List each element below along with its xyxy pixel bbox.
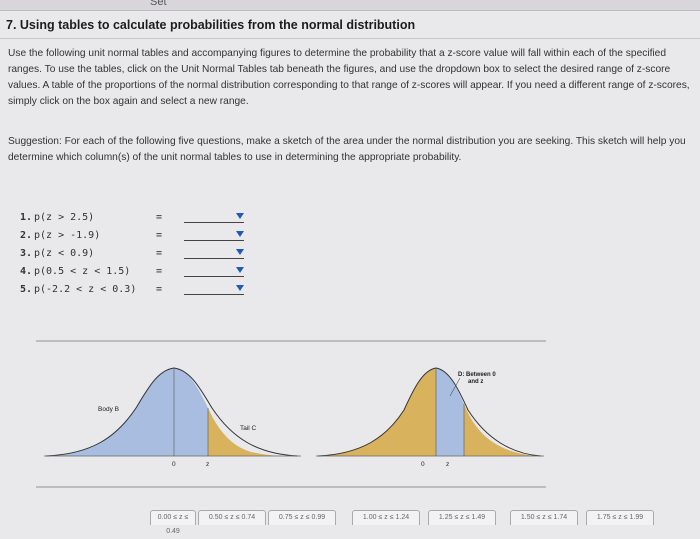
tab-range-6[interactable]: 1.50 ≤ z ≤ 1.74 bbox=[510, 510, 578, 525]
body-b-area bbox=[46, 368, 208, 456]
question-row-4: 4. p(0.5 < z < 1.5) = bbox=[20, 262, 250, 280]
title-divider bbox=[0, 38, 700, 39]
dropdown-caret-icon bbox=[236, 249, 244, 255]
question-row-5: 5. p(-2.2 < z < 0.3) = bbox=[20, 280, 250, 298]
body-b-label: Body B bbox=[98, 406, 119, 413]
tab-range-5[interactable]: 1.25 ≤ z ≤ 1.49 bbox=[428, 510, 496, 525]
question-row-3: 3. p(z < 0.9) = bbox=[20, 244, 250, 262]
question-number: 1. bbox=[20, 211, 33, 223]
normal-distribution-figures: Body B Tail C 0 z D: Between 0 and z 0 z bbox=[44, 367, 544, 468]
dropdown-caret-icon bbox=[236, 231, 244, 237]
question-text: p(z < 0.9) bbox=[34, 247, 95, 259]
answer-dropdown-1[interactable] bbox=[184, 211, 244, 223]
between-d-area bbox=[436, 368, 464, 456]
question-number: 5. bbox=[20, 283, 33, 295]
question-number: 3. bbox=[20, 247, 33, 259]
dropdown-caret-icon bbox=[236, 285, 244, 291]
equals-sign: = bbox=[156, 283, 163, 295]
between-d-label-2: and z bbox=[468, 379, 483, 385]
question-list: 1. p(z > 2.5) = 2. p(z > -1.9) = 3. p(z … bbox=[20, 208, 250, 298]
question-text: p(-2.2 < z < 0.3) bbox=[34, 283, 137, 295]
dropdown-caret-icon bbox=[236, 267, 244, 273]
equals-sign: = bbox=[156, 229, 163, 241]
tab-range-7[interactable]: 1.75 ≤ z ≤ 1.99 bbox=[586, 510, 654, 525]
tail-c-area bbox=[208, 408, 286, 456]
equals-sign: = bbox=[156, 211, 163, 223]
page-title: 7. Using tables to calculate probabiliti… bbox=[6, 18, 416, 32]
top-bar-title: Set bbox=[150, 0, 167, 8]
between-d-label: D: Between 0 bbox=[458, 372, 496, 378]
question-text: p(0.5 < z < 1.5) bbox=[34, 265, 131, 277]
question-number: 4. bbox=[20, 265, 33, 277]
suggestion-text: Suggestion: For each of the following fi… bbox=[8, 136, 686, 163]
instructions-text: Use the following unit normal tables and… bbox=[8, 48, 690, 107]
right-zero-label: 0 bbox=[421, 461, 425, 468]
right-tail-area bbox=[464, 404, 536, 456]
equals-sign: = bbox=[156, 247, 163, 259]
right-left-area bbox=[318, 368, 436, 456]
dropdown-caret-icon bbox=[236, 213, 244, 219]
question-text: p(z > -1.9) bbox=[34, 229, 101, 241]
answer-dropdown-4[interactable] bbox=[184, 265, 244, 277]
answer-dropdown-5[interactable] bbox=[184, 283, 244, 295]
equals-sign: = bbox=[156, 265, 163, 277]
top-bar: Set bbox=[0, 0, 700, 11]
left-z-label: z bbox=[206, 461, 209, 468]
question-number: 2. bbox=[20, 229, 33, 241]
left-zero-label: 0 bbox=[172, 461, 176, 468]
answer-dropdown-3[interactable] bbox=[184, 247, 244, 259]
tab-range-1[interactable]: 0.00 ≤ z ≤ 0.49 bbox=[150, 510, 196, 535]
right-z-label: z bbox=[446, 461, 449, 468]
unit-normal-table-tabs: 0.00 ≤ z ≤ 0.49 0.50 ≤ z ≤ 0.74 0.75 ≤ z… bbox=[150, 510, 700, 535]
question-text: p(z > 2.5) bbox=[34, 211, 95, 223]
figure-bottom-border bbox=[36, 486, 546, 488]
answer-dropdown-2[interactable] bbox=[184, 229, 244, 241]
tab-range-4[interactable]: 1.00 ≤ z ≤ 1.24 bbox=[352, 510, 420, 525]
tab-range-2[interactable]: 0.50 ≤ z ≤ 0.74 bbox=[198, 510, 266, 525]
tail-c-label: Tail C bbox=[240, 425, 257, 432]
tab-range-3[interactable]: 0.75 ≤ z ≤ 0.99 bbox=[268, 510, 336, 525]
question-row-1: 1. p(z > 2.5) = bbox=[20, 208, 250, 226]
question-row-2: 2. p(z > -1.9) = bbox=[20, 226, 250, 244]
